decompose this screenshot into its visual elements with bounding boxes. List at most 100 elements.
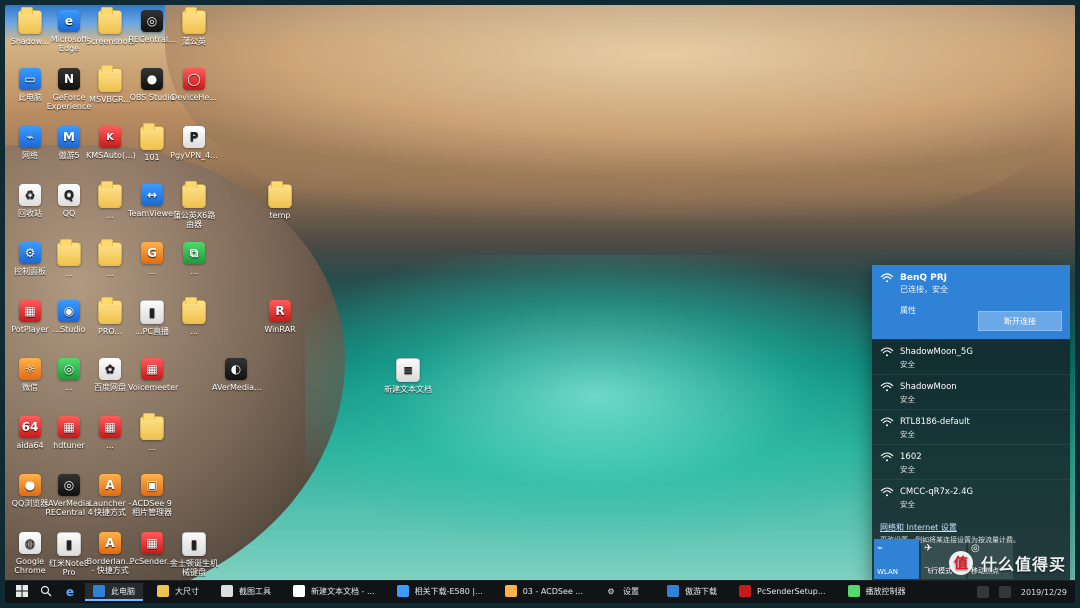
desktop-icon-label: 蒲公英 <box>182 37 206 46</box>
taskbar-item[interactable]: ⚙ 设置 <box>597 583 653 601</box>
desktop-icon[interactable]: ◐ AVerMedia... <box>211 355 262 413</box>
search-button[interactable] <box>37 583 55 601</box>
app-icon: 64 <box>19 416 41 438</box>
taskbar-app-icon <box>157 585 169 597</box>
app-icon: G <box>141 242 163 264</box>
desktop-icon[interactable]: ▦ Voicemeeter <box>127 355 178 413</box>
winrar-icon: R <box>269 300 291 322</box>
tray-icon[interactable] <box>976 586 989 598</box>
quick-action-label: 飞行模式 <box>924 567 952 575</box>
folder-icon <box>182 297 206 324</box>
watermark-text: 什么值得买 <box>980 555 1066 574</box>
active-network-ssid: BenQ PRJ <box>900 273 948 283</box>
desktop-icon[interactable]: ⧉ ... <box>169 239 219 297</box>
taskbar-item[interactable]: 播放控制器 <box>840 583 914 601</box>
taskbar-item[interactable]: 新建文本文档 - ... <box>285 583 383 601</box>
wifi-security: 安全 <box>900 465 915 474</box>
system-tray: 2019/12/29 <box>976 581 1075 603</box>
desktop-icon[interactable]: ◯ DeviceHe... <box>169 65 219 123</box>
taskbar: e 此电脑 大尺寸 截图工具 新建文本文档 - ... 相关下载-E580 |.… <box>5 580 1075 603</box>
desktop-icon[interactable]: ≡ 新建文本文档 <box>383 355 433 413</box>
desktop-icon[interactable]: 蒲公英 <box>169 7 219 65</box>
start-button[interactable] <box>13 583 31 601</box>
watermark: 值 什么值得买 <box>948 551 1066 575</box>
taskbar-date[interactable]: 2019/12/29 <box>1021 588 1067 597</box>
network-icon: ⌁ <box>19 126 41 148</box>
wifi-icon <box>880 273 894 283</box>
app-icon: ☼ <box>19 358 41 380</box>
app-icon: ✿ <box>99 358 121 380</box>
app-icon: ● <box>19 474 41 496</box>
wifi-icon: ⌁ <box>877 543 884 554</box>
wifi-network-item[interactable]: CMCC-qR7x-2.4G 安全 <box>872 479 1070 514</box>
desktop-icon-label: ... <box>190 327 198 336</box>
computer-icon: ▭ <box>19 68 41 90</box>
desktop-icon[interactable]: ▣ ACDSee 9 相片管理器 <box>127 471 177 529</box>
app-icon: ▦ <box>141 532 163 554</box>
taskbar-app-icon <box>739 585 752 597</box>
taskbar-left: e <box>5 581 79 603</box>
desktop-icon[interactable]: ... <box>127 413 177 471</box>
desktop-icon[interactable]: 蒲公英X6路由器 <box>169 181 219 239</box>
teamviewer-icon: ↔ <box>141 184 163 206</box>
properties-link[interactable]: 属性 <box>900 305 948 316</box>
desktop-icon[interactable]: R WinRAR <box>255 297 305 355</box>
wifi-security: 安全 <box>900 500 915 509</box>
app-icon: ▦ <box>19 300 41 322</box>
app-icon: P <box>183 126 205 148</box>
windows-logo-icon <box>16 585 28 599</box>
wifi-network-item[interactable]: ShadowMoon_5G 安全 <box>872 339 1070 374</box>
taskbar-item[interactable]: PcSenderSetup... <box>731 583 834 601</box>
desktop-icon-label: ... <box>190 267 198 276</box>
taskbar-item[interactable]: 03 - ACDSee ... <box>497 583 591 601</box>
taskbar-item-label: 傲游下载 <box>685 586 718 596</box>
wifi-ssid: RTL8186-default <box>900 417 970 427</box>
taskbar-app-icon <box>667 585 680 597</box>
desktop-icon[interactable]: ... <box>169 297 219 355</box>
wifi-icon <box>880 417 894 427</box>
chrome-icon: ◍ <box>19 532 41 554</box>
quick-action-wlan[interactable]: ⌁ WLAN <box>874 539 919 579</box>
nvidia-icon: N <box>58 68 80 90</box>
taskbar-app-icon <box>93 585 105 597</box>
wifi-icon <box>880 487 894 497</box>
taskbar-item[interactable]: 截图工具 <box>213 583 279 601</box>
wifi-network-item[interactable]: RTL8186-default 安全 <box>872 409 1070 444</box>
wifi-ssid: CMCC-qR7x-2.4G <box>900 487 974 497</box>
wifi-network-item[interactable]: ShadowMoon 安全 <box>872 374 1070 409</box>
taskbar-item-label: 新建文本文档 - ... <box>311 586 375 596</box>
desktop-icon-label: 新建文本文档 <box>384 385 432 394</box>
desktop-icon-label: 金士顿诞生机械键盘 <box>170 559 218 577</box>
desktop-icon-label: PgyVPN_4... <box>170 151 218 160</box>
taskbar-app-icon <box>847 585 860 597</box>
taskbar-pinned-edge[interactable]: e <box>61 583 79 601</box>
wifi-network-item[interactable]: 1602 安全 <box>872 444 1070 479</box>
maxthon-icon: M <box>58 126 80 148</box>
taskbar-items: 此电脑 大尺寸 截图工具 新建文本文档 - ... 相关下载-E580 |...… <box>79 581 914 603</box>
app-icon: ◎ <box>58 474 80 496</box>
taskbar-item[interactable]: 大尺寸 <box>149 583 207 601</box>
folder-icon <box>182 7 206 34</box>
taskbar-app-icon <box>504 585 517 597</box>
search-icon <box>40 585 52 599</box>
desktop-icon[interactable]: ▮ 金士顿诞生机械键盘 <box>169 529 219 587</box>
taskbar-item-label: PcSenderSetup... <box>757 586 826 596</box>
folder-icon <box>98 181 122 208</box>
folder-icon <box>98 65 122 92</box>
tray-icon[interactable] <box>998 586 1011 598</box>
desktop-icon[interactable]: temp <box>255 181 305 239</box>
taskbar-item[interactable]: 此电脑 <box>85 583 143 601</box>
wifi-security: 安全 <box>900 395 915 404</box>
network-settings-link[interactable]: 网络和 Internet 设置 <box>880 522 1062 533</box>
desktop-icon-label: WinRAR <box>264 325 296 334</box>
taskbar-item[interactable]: 相关下载-E580 |... <box>389 583 491 601</box>
app-icon: ▮ <box>182 532 206 556</box>
taskbar-app-icon <box>293 585 305 597</box>
disconnect-button[interactable]: 断开连接 <box>978 311 1062 331</box>
taskbar-item[interactable]: 傲游下载 <box>659 583 725 601</box>
wifi-connected-card[interactable]: BenQ PRJ 已连接，安全 属性 断开连接 <box>872 265 1070 339</box>
desktop-icon-label: AVerMedia... <box>212 383 262 392</box>
desktop-icon[interactable]: P PgyVPN_4... <box>169 123 219 181</box>
edge-icon: e <box>58 10 80 32</box>
folder-icon <box>98 239 122 266</box>
